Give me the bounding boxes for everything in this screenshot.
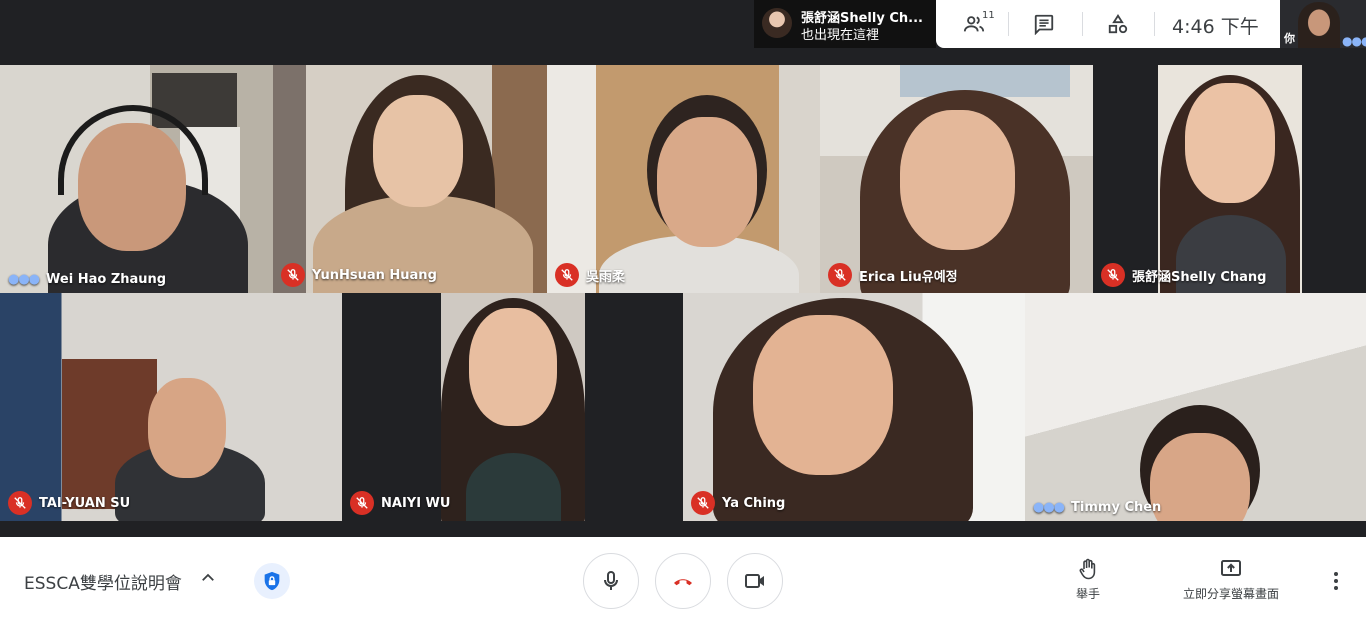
participant-face [753,315,893,475]
mic-off-icon [281,263,305,287]
join-notification: 張舒涵Shelly Ch... 也出現在這裡 [754,0,936,48]
self-video [1298,2,1340,48]
mic-off-icon [1101,263,1125,287]
video-feed [1158,65,1302,293]
participant-face [148,378,226,478]
participant-nametag: Erica Liu유예정 [828,263,958,287]
participant-name: NAIYI WU [381,495,451,511]
participant-tile[interactable]: ●●● Wei Hao Zhaung [0,65,273,293]
mic-off-icon [350,491,374,515]
raise-hand-label: 舉手 [1075,587,1100,601]
mic-off-icon [555,263,579,287]
people-button[interactable] [956,0,992,48]
microphone-icon [604,571,618,590]
meeting-clock: 4:46 下午 [1172,16,1259,38]
notification-avatar [762,8,792,38]
participant-tile[interactable]: Erica Liu유예정 [820,65,1093,293]
shield-lock-icon [264,571,280,591]
chat-icon [1034,14,1054,35]
participant-face [1185,83,1275,203]
hand-icon [1079,558,1096,580]
talking-indicator-icon: ●●● [8,272,40,287]
participant-name: Timmy Chen [1071,500,1162,515]
present-screen-icon [1221,560,1241,576]
activities-button[interactable] [1100,0,1136,48]
video-feed [441,293,585,521]
participant-name: Ya Ching [722,495,786,511]
participant-tile[interactable]: NAIYI WU [342,293,683,521]
shapes-icon [1108,14,1128,34]
participant-nametag: Ya Ching [691,491,785,515]
participants-count: 11 [982,10,995,21]
participant-face [1150,433,1250,521]
divider [1008,12,1009,36]
participant-face [469,308,557,426]
chat-button[interactable] [1026,0,1062,48]
self-label: 你 [1284,32,1295,45]
mic-off-icon [828,263,852,287]
participant-nametag: NAIYI WU [350,491,450,515]
participant-nametag: YunHsuan Huang [281,263,437,287]
participant-face [900,110,1015,250]
video-camera-icon [745,574,764,588]
participant-nametag: ●●● Wei Hao Zhaung [8,272,166,287]
meeting-info-panel: 11 4:46 下午 [936,0,1280,48]
present-now-label: 立即分享螢幕畫面 [1182,587,1279,601]
hang-up-icon [674,579,692,586]
more-options-icon[interactable] [1326,570,1346,592]
participant-nametag: ●●● Timmy Chen [1033,500,1161,515]
participant-tile[interactable]: ●●● Timmy Chen [1025,293,1366,521]
mic-off-icon [8,491,32,515]
participant-tile[interactable]: 張舒涵Shelly Chang [1093,65,1366,293]
divider [1082,12,1083,36]
participant-tile[interactable]: YunHsuan Huang [273,65,547,293]
microphone-button[interactable] [583,553,639,609]
participant-tile[interactable]: 吳雨柔 [547,65,820,293]
meeting-title[interactable]: ESSCA雙學位說明會 [24,569,182,594]
participant-name: YunHsuan Huang [312,267,437,283]
participant-nametag: TAI-YUAN SU [8,491,130,515]
divider [1154,12,1155,36]
participant-nametag: 張舒涵Shelly Chang [1101,263,1266,287]
participant-name: TAI-YUAN SU [39,495,131,511]
raise-hand-button[interactable]: 舉手 [1068,557,1108,602]
participant-name: 張舒涵Shelly Chang [1132,269,1267,285]
self-view-tile[interactable]: 你 ●●● [1280,0,1366,48]
participant-name: Erica Liu유예정 [859,269,958,285]
notification-message: 也出現在這裡 [801,28,880,43]
participant-name: 吳雨柔 [586,269,626,285]
participant-name: Wei Hao Zhaung [46,272,167,287]
participant-tile[interactable]: TAI-YUAN SU [0,293,342,521]
participant-nametag: 吳雨柔 [555,263,625,287]
participant-tile[interactable]: Ya Ching [683,293,1025,521]
participant-face [373,95,463,207]
talking-indicator-icon: ●●● [1033,500,1065,515]
security-button[interactable] [254,563,290,599]
chevron-up-icon[interactable] [199,569,217,587]
present-now-button[interactable]: 立即分享螢幕畫面 [1176,557,1286,602]
leave-call-button[interactable] [655,553,711,609]
camera-button[interactable] [727,553,783,609]
bottom-control-bar: ESSCA雙學位說明會 舉手 立即分享螢幕畫面 [0,537,1366,623]
participant-face [657,117,757,247]
audio-level-icon: ●●● [1342,34,1366,48]
mic-off-icon [691,491,715,515]
